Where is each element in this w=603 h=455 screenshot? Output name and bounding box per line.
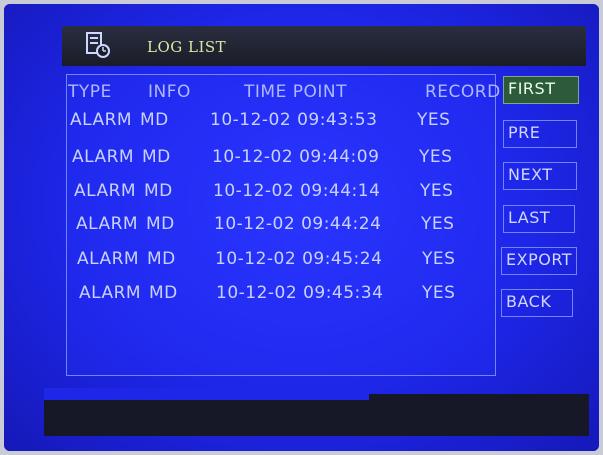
cell-type: ALARM — [74, 181, 137, 201]
pre-button[interactable]: PRE — [503, 120, 577, 148]
cell-type: ALARM — [77, 249, 140, 269]
cell-info: MD — [149, 283, 178, 303]
cell-record: YES — [422, 283, 456, 303]
cell-record: YES — [421, 214, 455, 234]
cell-record: YES — [420, 181, 454, 201]
cell-time: 10-12-02 09:43:53 — [210, 110, 378, 130]
monitor-screen: LOG LIST TYPE INFO TIME POINT RECORD ALA… — [4, 4, 599, 451]
cell-type: ALARM — [76, 214, 139, 234]
bottom-bar-notch — [44, 388, 369, 400]
cell-type: ALARM — [72, 147, 135, 167]
export-button[interactable]: EXPORT — [501, 247, 577, 275]
header-info: INFO — [148, 82, 191, 102]
cell-info: MD — [144, 181, 173, 201]
cell-time: 10-12-02 09:45:34 — [216, 283, 384, 303]
log-list-icon — [86, 32, 110, 58]
cell-info: MD — [146, 214, 175, 234]
cell-record: YES — [419, 147, 453, 167]
cell-record: YES — [417, 110, 451, 130]
bottom-bar — [44, 394, 589, 436]
back-button[interactable]: BACK — [501, 289, 573, 317]
window-title: LOG LIST — [147, 38, 227, 56]
cell-info: MD — [140, 110, 169, 130]
title-bar — [62, 26, 586, 66]
cell-record: YES — [422, 249, 456, 269]
cell-type: ALARM — [79, 283, 142, 303]
cell-time: 10-12-02 09:44:14 — [213, 181, 381, 201]
next-button[interactable]: NEXT — [503, 162, 577, 190]
cell-time: 10-12-02 09:44:09 — [212, 147, 380, 167]
cell-time: 10-12-02 09:44:24 — [214, 214, 382, 234]
header-time-point: TIME POINT — [244, 82, 347, 102]
cell-time: 10-12-02 09:45:24 — [215, 249, 383, 269]
cell-info: MD — [147, 249, 176, 269]
cell-info: MD — [142, 147, 171, 167]
header-type: TYPE — [68, 82, 112, 102]
last-button[interactable]: LAST — [503, 205, 575, 233]
first-button[interactable]: FIRST — [503, 76, 579, 104]
cell-type: ALARM — [70, 110, 133, 130]
header-record: RECORD — [425, 82, 501, 102]
